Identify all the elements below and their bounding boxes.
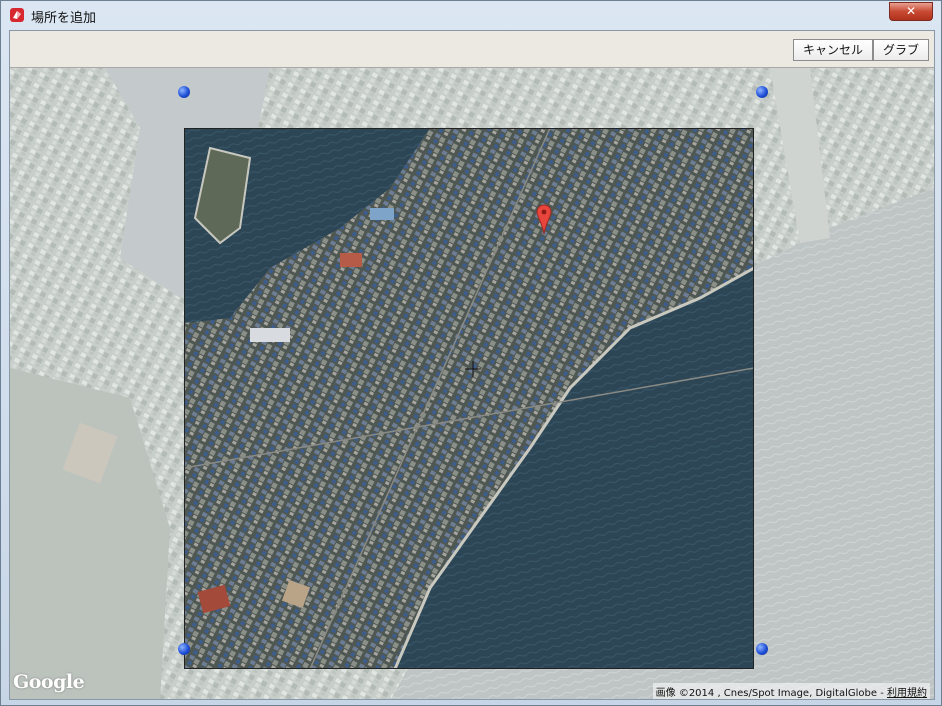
window-client-area: キャンセル グラブ Google 画像 ©2014 , Cnes/Spot Im…: [9, 30, 935, 700]
window-title: 場所を追加: [31, 11, 97, 26]
terms-of-use-link[interactable]: 利用規約: [887, 688, 927, 699]
location-pin-icon[interactable]: [536, 204, 552, 242]
resize-handle-top-right[interactable]: [756, 86, 768, 98]
sketchup-app-icon: [10, 8, 24, 22]
satellite-map-view[interactable]: Google 画像 ©2014 , Cnes/Spot Image, Digit…: [10, 68, 934, 699]
title-bar[interactable]: 場所を追加 ✕: [1, 1, 941, 29]
crosshair-icon: [465, 361, 481, 377]
capture-selection-area[interactable]: [184, 128, 754, 669]
grab-button[interactable]: グラブ: [873, 39, 929, 61]
cancel-button[interactable]: キャンセル: [793, 39, 873, 61]
toolbar: キャンセル グラブ: [10, 31, 934, 68]
resize-handle-bottom-left[interactable]: [178, 643, 190, 655]
close-button[interactable]: ✕: [889, 2, 933, 21]
resize-handle-top-left[interactable]: [178, 86, 190, 98]
attribution-text: 画像 ©2014 , Cnes/Spot Image, DigitalGlobe…: [655, 688, 884, 699]
add-location-window: 場所を追加 ✕ キャンセル グラブ Google 画像 ©2014 , Cnes…: [0, 0, 942, 706]
google-logo: Google: [13, 671, 85, 693]
close-icon: ✕: [905, 4, 917, 18]
resize-handle-bottom-right[interactable]: [756, 643, 768, 655]
imagery-attribution: 画像 ©2014 , Cnes/Spot Image, DigitalGlobe…: [652, 683, 930, 699]
